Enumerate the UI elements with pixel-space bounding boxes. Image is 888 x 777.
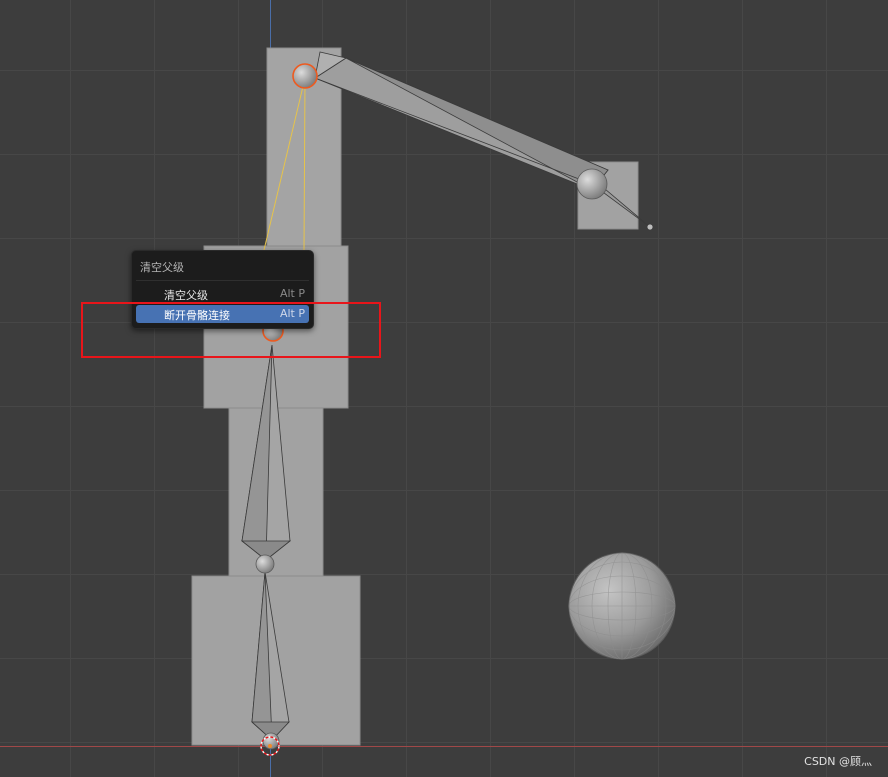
- joint-middle: [255, 554, 275, 574]
- menu-item-shortcut: Alt P: [279, 287, 305, 300]
- sphere-mesh[interactable]: [568, 552, 676, 660]
- scene-objects[interactable]: [0, 0, 888, 777]
- menu-title: 清空父级: [140, 261, 184, 274]
- joint-top-selected: [292, 63, 318, 89]
- menu-item-clear-parent[interactable]: 清空父级 Alt P: [136, 285, 309, 303]
- watermark-text: CSDN @顾灬: [804, 755, 872, 768]
- joint-arm-end: [576, 168, 608, 200]
- annotation-highlight-box: [81, 302, 381, 358]
- menu-item-label: 清空父级: [164, 289, 208, 302]
- 3d-viewport[interactable]: 清空父级 清空父级 Alt P 断开骨骼连接 Alt P CSDN @顾灬: [0, 0, 888, 777]
- bone-arm[interactable]: [314, 51, 609, 191]
- menu-separator: [136, 280, 309, 281]
